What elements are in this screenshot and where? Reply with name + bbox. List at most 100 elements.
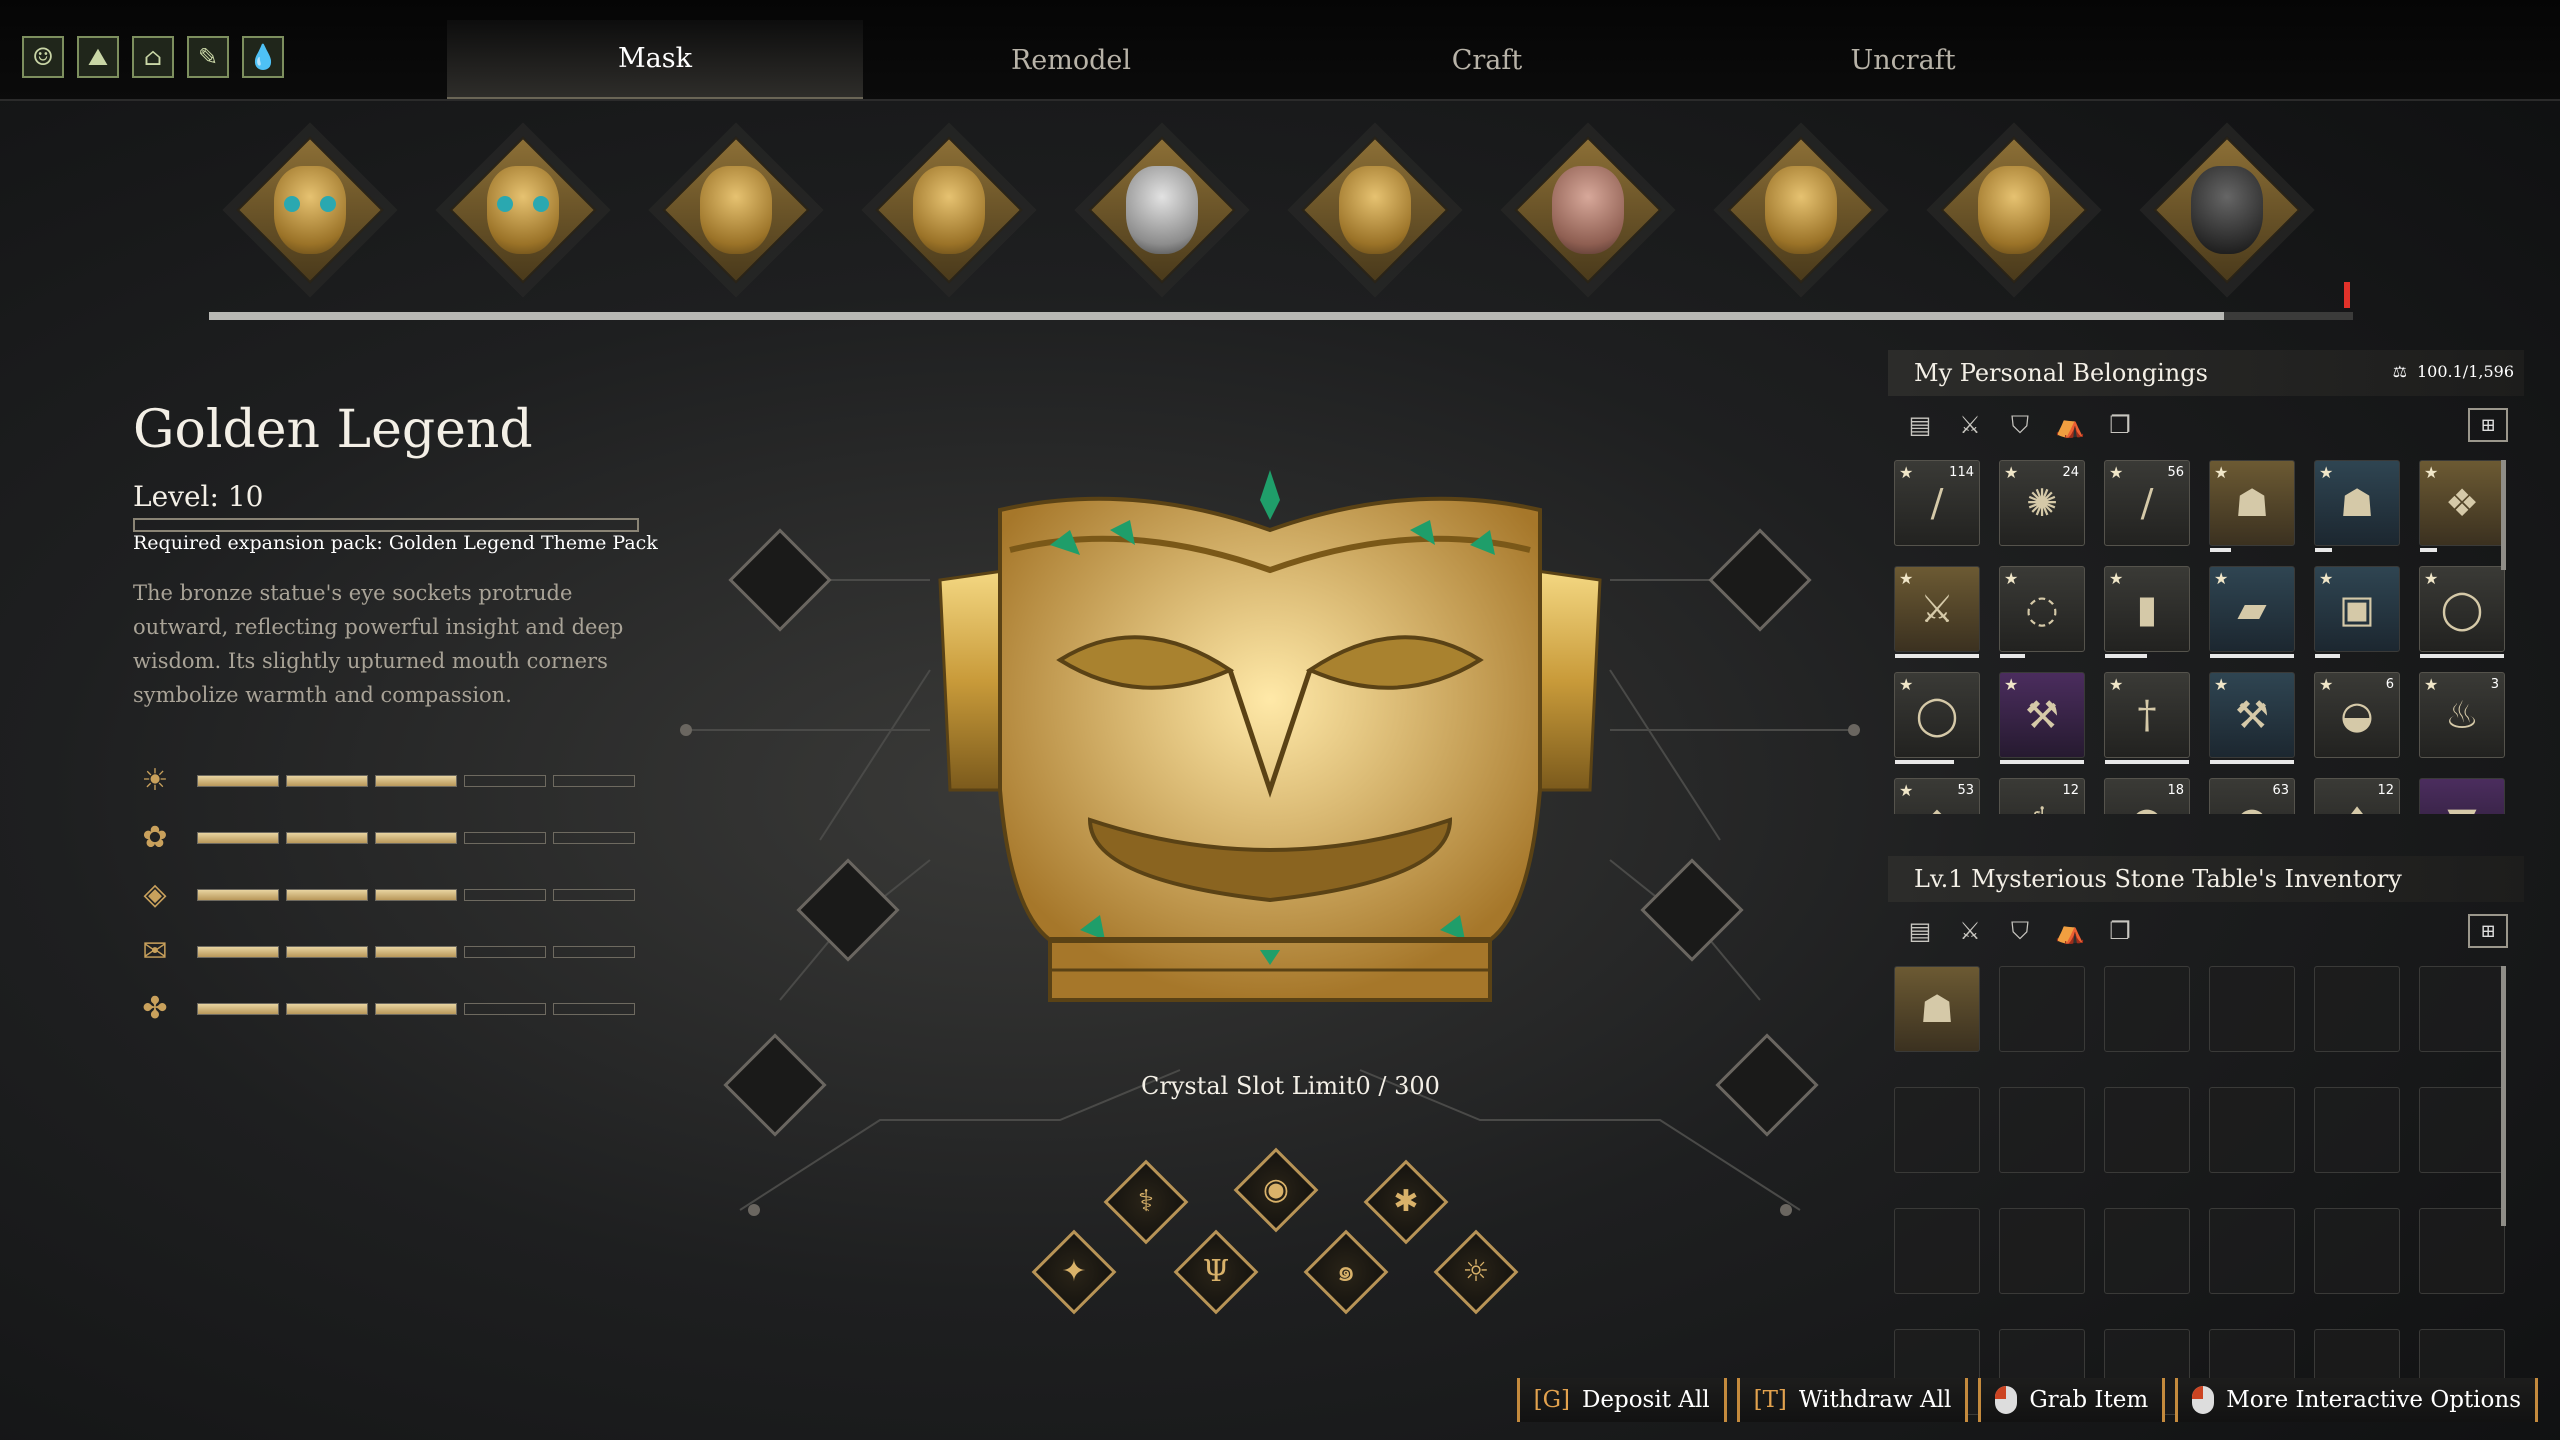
stat-segment: [197, 774, 279, 787]
mask-option[interactable]: [1082, 130, 1242, 290]
eye-rune-icon[interactable]: ◉: [1233, 1147, 1319, 1233]
inventory-slot[interactable]: ▰ ★: [2209, 566, 2295, 658]
inventory-slot-empty[interactable]: [2419, 966, 2505, 1052]
belongings-scrollbar[interactable]: [2501, 460, 2506, 570]
inventory-slot[interactable]: ❖ ★: [2419, 460, 2505, 552]
camp-icon[interactable]: ⛺: [2052, 913, 2088, 949]
weapons-icon[interactable]: ⚔: [1952, 913, 1988, 949]
inventory-slot[interactable]: ●18: [2104, 778, 2190, 814]
mask-option[interactable]: [1295, 130, 1455, 290]
mask-option[interactable]: [1508, 130, 1668, 290]
stat-segment: [286, 774, 368, 787]
tab-remodel[interactable]: Remodel: [863, 20, 1279, 100]
inventory-slot-empty[interactable]: [1894, 1087, 1980, 1173]
favorite-star-icon: ★: [2109, 569, 2124, 588]
inventory-slot[interactable]: ◆★ 53: [1894, 778, 1980, 814]
expand-grid-icon[interactable]: ⊞: [2468, 408, 2508, 442]
mask-option[interactable]: [443, 130, 603, 290]
mask-option[interactable]: [656, 130, 816, 290]
inventory-slot[interactable]: ☗ ★: [2314, 460, 2400, 552]
trident-rune-icon[interactable]: Ψ: [1173, 1229, 1259, 1315]
action-label: More Interactive Options: [2226, 1387, 2521, 1413]
armor-icon[interactable]: ⛉: [2002, 407, 2038, 443]
inventory-slot[interactable]: ☗ ★: [2209, 460, 2295, 552]
item-icon: ▣: [2339, 587, 2375, 631]
inventory-slot-empty[interactable]: [2104, 1087, 2190, 1173]
carousel-scroll-thumb[interactable]: [209, 312, 2225, 320]
inventory-slot-empty[interactable]: [2419, 1208, 2505, 1294]
inventory-slot[interactable]: ♦12: [2314, 778, 2400, 814]
star-rune-icon[interactable]: ✦: [1031, 1229, 1117, 1315]
more-interactive-optionsbutton[interactable]: More Interactive Options: [2175, 1378, 2538, 1422]
inventory-slot[interactable]: ⚔ ★: [1894, 566, 1980, 658]
inventory-slot-empty[interactable]: [1999, 1087, 2085, 1173]
favorite-star-icon: ★: [1899, 569, 1914, 588]
inventory-slot-empty[interactable]: [2419, 1087, 2505, 1173]
mask-option[interactable]: [1721, 130, 1881, 290]
inventory-slot[interactable]: ●63: [2209, 778, 2295, 814]
character-icon[interactable]: ☺: [22, 36, 64, 78]
spiral-rune-icon[interactable]: ๑: [1303, 1229, 1389, 1315]
mask-option[interactable]: [2147, 130, 2307, 290]
resources-icon[interactable]: ▤: [1902, 913, 1938, 949]
map-icon[interactable]: ⛰: [77, 36, 119, 78]
misc-icon[interactable]: ❐: [2102, 407, 2138, 443]
inventory-slot-empty[interactable]: [1894, 1208, 1980, 1294]
inventory-slot[interactable]: ▼: [2419, 778, 2505, 814]
inventory-slot-empty[interactable]: [2104, 1208, 2190, 1294]
inventory-slot-empty[interactable]: [2209, 966, 2295, 1052]
inventory-slot[interactable]: ⚒ ★: [2209, 672, 2295, 764]
tab-mask[interactable]: Mask: [447, 20, 863, 100]
armor-icon[interactable]: ⛉: [2002, 913, 2038, 949]
water-icon[interactable]: 💧: [242, 36, 284, 78]
mask-description: The bronze statue's eye sockets protrude…: [133, 581, 624, 707]
expand-grid-icon[interactable]: ⊞: [2468, 914, 2508, 948]
mask-option[interactable]: [869, 130, 1029, 290]
table-scrollbar[interactable]: [2501, 966, 2506, 1226]
sparkle-rune-icon[interactable]: ✱: [1363, 1159, 1449, 1245]
resources-icon[interactable]: ▤: [1902, 407, 1938, 443]
inventory-slot-empty[interactable]: [1999, 1208, 2085, 1294]
inventory-slot-empty[interactable]: [2314, 1087, 2400, 1173]
craft-icon[interactable]: ✎: [187, 36, 229, 78]
sun-rune-icon[interactable]: ☼: [1433, 1229, 1519, 1315]
inventory-slot-empty[interactable]: [2314, 1208, 2400, 1294]
inventory-slot-empty[interactable]: [1999, 966, 2085, 1052]
grab-itembutton[interactable]: Grab Item: [1978, 1378, 2166, 1422]
inventory-slot[interactable]: ◒ ★ 6: [2314, 672, 2400, 758]
inventory-slot[interactable]: / ★ 114: [1894, 460, 1980, 546]
inventory-slot[interactable]: / ★ 56: [2104, 460, 2190, 546]
withdraw-allbutton[interactable]: [T] Withdraw All: [1736, 1378, 1969, 1422]
inventory-slot-empty[interactable]: [2104, 966, 2190, 1052]
item-icon: ⚒: [2024, 693, 2060, 737]
tab-craft[interactable]: Craft: [1279, 20, 1695, 100]
inventory-slot[interactable]: ⚕12: [1999, 778, 2085, 814]
camp-icon[interactable]: ⌂: [132, 36, 174, 78]
inventory-slot[interactable]: ◯ ★: [1894, 672, 1980, 764]
deposit-allbutton[interactable]: [G] Deposit All: [1516, 1378, 1727, 1422]
scroll-rune-icon[interactable]: ⚕: [1103, 1159, 1189, 1245]
inventory-slot[interactable]: † ★: [2104, 672, 2190, 764]
inventory-slot-mask[interactable]: ☗: [1894, 966, 1980, 1052]
inventory-slot[interactable]: ◯ ★: [2419, 566, 2505, 658]
inventory-slot-empty[interactable]: [2209, 1087, 2295, 1173]
inventory-slot[interactable]: ⚒ ★: [1999, 672, 2085, 764]
durability-bar: [2000, 760, 2084, 764]
mask-option[interactable]: [230, 130, 390, 290]
inventory-slot[interactable]: ▮ ★: [2104, 566, 2190, 658]
table-categories: ▤ ⚔ ⛉ ⛺ ❐ ⊞: [1888, 902, 2524, 960]
mask-option[interactable]: [1934, 130, 2094, 290]
inventory-slot[interactable]: ✺ ★ 24: [1999, 460, 2085, 546]
camp-icon[interactable]: ⛺: [2052, 407, 2088, 443]
inventory-slot-empty[interactable]: [2209, 1208, 2295, 1294]
tab-uncraft[interactable]: Uncraft: [1695, 20, 2111, 100]
weapons-icon[interactable]: ⚔: [1952, 407, 1988, 443]
inventory-slot[interactable]: ◌ ★: [1999, 566, 2085, 658]
misc-icon[interactable]: ❐: [2102, 913, 2138, 949]
inventory-slot-empty[interactable]: [2314, 966, 2400, 1052]
stat-segment: [197, 831, 279, 844]
inventory-slot[interactable]: ▣ ★: [2314, 566, 2400, 658]
favorite-star-icon: ★: [2214, 569, 2229, 588]
inventory-slot[interactable]: ♨ ★ 3: [2419, 672, 2505, 758]
carousel-scrollbar[interactable]: [209, 312, 2353, 320]
